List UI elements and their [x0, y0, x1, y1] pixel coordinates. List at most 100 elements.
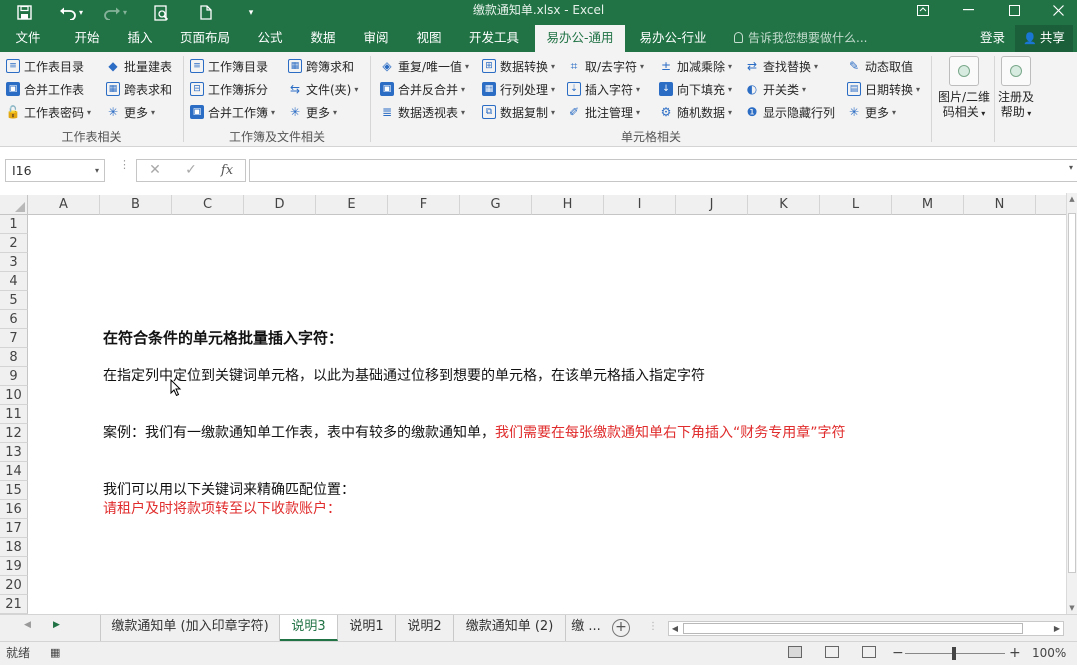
- login-link[interactable]: 登录: [980, 25, 1005, 52]
- page-break-view-icon[interactable]: [862, 646, 876, 658]
- row-header[interactable]: 9: [0, 367, 28, 386]
- tab-page-layout[interactable]: 页面布局: [170, 25, 240, 52]
- row-header[interactable]: 19: [0, 557, 28, 576]
- macro-record-icon[interactable]: ▦: [50, 642, 60, 665]
- tab-data[interactable]: 数据: [299, 25, 347, 52]
- row-header[interactable]: 17: [0, 519, 28, 538]
- data-convert-button[interactable]: ⊞ 数据转换 ▾: [482, 56, 555, 76]
- row-header[interactable]: 14: [0, 462, 28, 481]
- cross-workbook-sum-button[interactable]: ▦ 跨簿求和: [288, 56, 354, 76]
- cross-sheet-sum-button[interactable]: ▦ 跨表求和: [106, 79, 172, 99]
- add-sheet-icon[interactable]: +: [612, 619, 630, 637]
- drag-handle-icon[interactable]: ⋮: [119, 159, 130, 170]
- row-header[interactable]: 6: [0, 310, 28, 329]
- row-header[interactable]: 10: [0, 386, 28, 405]
- column-header[interactable]: L: [820, 195, 892, 215]
- tab-file[interactable]: 文件: [2, 25, 54, 52]
- customize-icon[interactable]: ▾: [240, 0, 262, 25]
- prev-sheet-icon[interactable]: ◀: [24, 620, 31, 630]
- row-header[interactable]: 16: [0, 500, 28, 519]
- vertical-scrollbar[interactable]: ▲ ▼: [1066, 193, 1077, 614]
- sheet-tab[interactable]: 说明2: [396, 615, 454, 641]
- row-header[interactable]: 3: [0, 253, 28, 272]
- cell-b12[interactable]: 案例：我们有一缴款通知单工作表，表中有较多的缴款通知单，我们需要在每张缴款通知单…: [103, 424, 846, 443]
- zoom-slider-thumb[interactable]: [952, 647, 956, 660]
- spreadsheet-grid[interactable]: A B C D E F G H I J K L M N 1 2 3 4 5 6 …: [0, 193, 1066, 614]
- scroll-right-icon[interactable]: ▶: [1051, 622, 1063, 635]
- ribbon-display-icon[interactable]: [905, 0, 941, 20]
- page-layout-view-icon[interactable]: [825, 646, 839, 658]
- insert-function-icon[interactable]: fx: [212, 159, 242, 182]
- duplicate-unique-button[interactable]: ◈ 重复/唯一值 ▾: [380, 56, 469, 76]
- print-preview-icon[interactable]: [148, 0, 174, 25]
- row-header[interactable]: 13: [0, 443, 28, 462]
- column-header[interactable]: K: [748, 195, 820, 215]
- minimize-icon[interactable]: [950, 0, 986, 20]
- image-qrcode-button[interactable]: 图片/二维 码相关 ▾: [934, 56, 994, 121]
- cell-b9[interactable]: 在指定列中定位到关键词单元格，以此为基础通过位移到想要的单元格，在该单元格插入指…: [103, 367, 705, 386]
- scrollbar-thumb[interactable]: [683, 623, 1023, 634]
- cancel-icon[interactable]: ✕: [140, 159, 170, 182]
- merge-workbooks-button[interactable]: ▣ 合并工作簿 ▾: [190, 102, 275, 122]
- extract-remove-chars-button[interactable]: ⌗ 取/去字符 ▾: [567, 56, 644, 76]
- scroll-up-icon[interactable]: ▲: [1067, 195, 1077, 203]
- row-header[interactable]: 2: [0, 234, 28, 253]
- formula-input[interactable]: ▾: [249, 159, 1077, 182]
- row-column-button[interactable]: ▦ 行列处理 ▾: [482, 79, 555, 99]
- row-header[interactable]: 18: [0, 538, 28, 557]
- column-header[interactable]: [1036, 195, 1066, 215]
- insert-chars-button[interactable]: ⇣ 插入字符 ▾: [567, 79, 640, 99]
- tab-yibangong-general[interactable]: 易办公-通用: [535, 25, 625, 52]
- share-button[interactable]: 👤 共享: [1015, 25, 1073, 52]
- zoom-in-icon[interactable]: +: [1009, 642, 1021, 665]
- cell-more-button[interactable]: ✳ 更多 ▾: [847, 102, 896, 122]
- row-header[interactable]: 11: [0, 405, 28, 424]
- tab-developer[interactable]: 开发工具: [458, 25, 530, 52]
- column-header[interactable]: I: [604, 195, 676, 215]
- split-workbook-button[interactable]: ⊟ 工作簿拆分: [190, 79, 268, 99]
- toggle-button[interactable]: ◐ 开关类 ▾: [745, 79, 806, 99]
- column-header[interactable]: B: [100, 195, 172, 215]
- tell-me-box[interactable]: 告诉我您想要做什么...: [734, 25, 867, 52]
- date-convert-button[interactable]: ▤ 日期转换 ▾: [847, 79, 920, 99]
- sheet-tab[interactable]: 说明1: [338, 615, 396, 641]
- sheet-tab[interactable]: 缴款通知单 (加入印章字符): [100, 615, 280, 641]
- file-folder-button[interactable]: ⇆ 文件(夹) ▾: [288, 79, 358, 99]
- column-header[interactable]: F: [388, 195, 460, 215]
- sheet-tab-overflow[interactable]: 缴 ...: [566, 615, 606, 641]
- column-header[interactable]: G: [460, 195, 532, 215]
- workbook-directory-button[interactable]: ≡ 工作簿目录: [190, 56, 268, 76]
- tab-home[interactable]: 开始: [62, 25, 112, 52]
- normal-view-icon[interactable]: [788, 646, 802, 658]
- next-sheet-icon[interactable]: ▶: [53, 620, 60, 630]
- sheet-tab[interactable]: 缴款通知单 (2): [454, 615, 566, 641]
- horizontal-scrollbar[interactable]: ◀ ▶: [668, 621, 1064, 636]
- find-replace-button[interactable]: ⇄ 查找替换 ▾: [745, 56, 818, 76]
- row-header[interactable]: 20: [0, 576, 28, 595]
- column-header[interactable]: M: [892, 195, 964, 215]
- row-header[interactable]: 12: [0, 424, 28, 443]
- tab-yibangong-industry[interactable]: 易办公-行业: [630, 25, 716, 52]
- tab-insert[interactable]: 插入: [115, 25, 165, 52]
- column-header[interactable]: A: [28, 195, 100, 215]
- select-all-corner[interactable]: [0, 195, 28, 215]
- dynamic-value-button[interactable]: ✎ 动态取值: [847, 56, 913, 76]
- restore-icon[interactable]: [996, 0, 1032, 20]
- column-header[interactable]: J: [676, 195, 748, 215]
- name-box[interactable]: I16 ▾: [5, 159, 105, 182]
- tab-formulas[interactable]: 公式: [246, 25, 294, 52]
- column-header[interactable]: N: [964, 195, 1036, 215]
- tab-view[interactable]: 视图: [405, 25, 453, 52]
- scroll-down-icon[interactable]: ▼: [1067, 604, 1077, 612]
- close-icon[interactable]: [1040, 0, 1076, 20]
- sheet-password-button[interactable]: 🔓 工作表密码 ▾: [6, 102, 92, 122]
- column-header[interactable]: E: [316, 195, 388, 215]
- column-header[interactable]: D: [244, 195, 316, 215]
- row-header[interactable]: 15: [0, 481, 28, 500]
- random-data-button[interactable]: ⚙ 随机数据 ▾: [659, 102, 732, 122]
- drag-handle-icon[interactable]: ⋮: [648, 621, 658, 632]
- save-icon[interactable]: [10, 0, 38, 25]
- row-header[interactable]: 21: [0, 595, 28, 614]
- tab-review[interactable]: 审阅: [352, 25, 400, 52]
- comment-manage-button[interactable]: ✐ 批注管理 ▾: [567, 102, 640, 122]
